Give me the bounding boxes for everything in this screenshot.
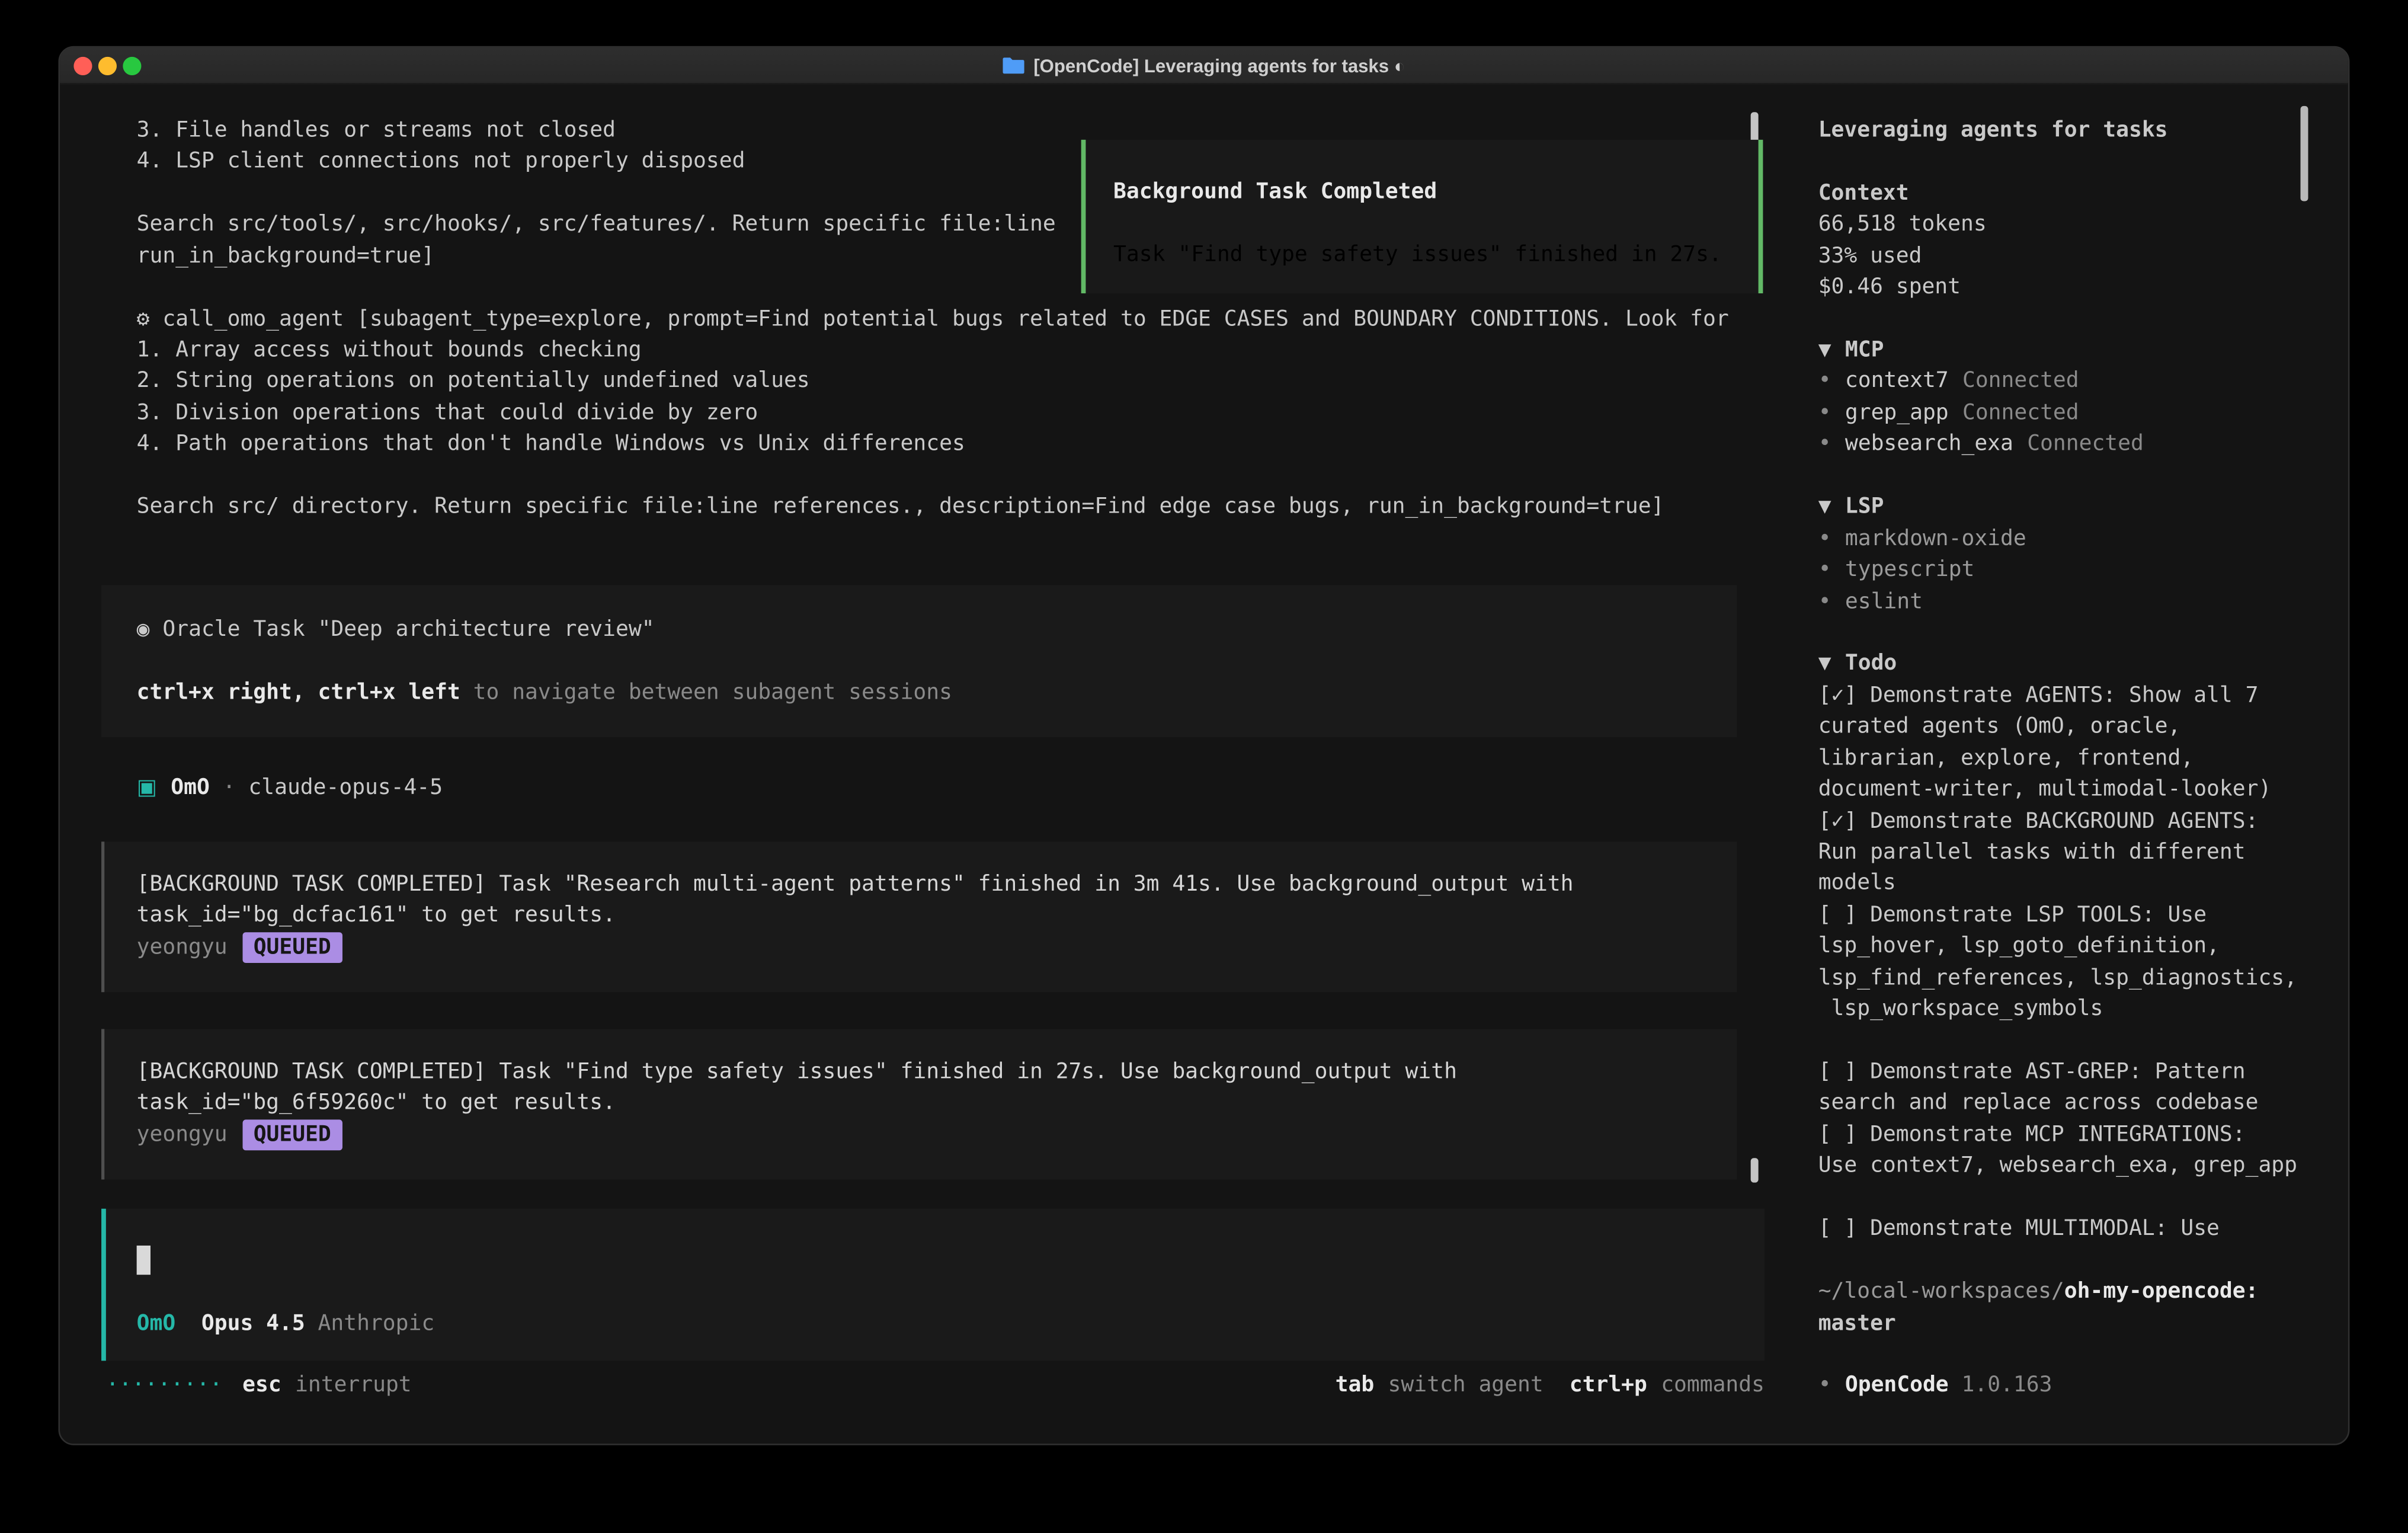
oracle-icon: ◉ bbox=[137, 618, 150, 642]
toast-notification: Background Task Completed Task "Find typ… bbox=[1081, 140, 1763, 293]
text-cursor bbox=[137, 1246, 150, 1275]
bullet-icon: • bbox=[1818, 369, 1831, 393]
message-text: [BACKGROUND TASK COMPLETED] Task "Find t… bbox=[137, 1057, 1737, 1088]
message-block: [BACKGROUND TASK COMPLETED] Task "Find t… bbox=[101, 1029, 1737, 1179]
chevron-down-icon: ▼ bbox=[1818, 495, 1831, 519]
todo-item-pending: [ ] Demonstrate MULTIMODAL: Use bbox=[1818, 1214, 2307, 1245]
lsp-item: •markdown-oxide bbox=[1818, 523, 2307, 555]
window-titlebar[interactable]: [OpenCode] Leveraging agents for tasks ◐ bbox=[60, 47, 2348, 84]
workspace-branch: master bbox=[1818, 1308, 2307, 1339]
message-author: yeongyu bbox=[137, 935, 228, 959]
chevron-down-icon: ▼ bbox=[1818, 652, 1831, 676]
input-agent-name: OmO bbox=[137, 1311, 176, 1336]
gear-icon: ⚙ bbox=[137, 306, 150, 331]
ctrlp-key-hint: ctrl+p bbox=[1570, 1373, 1647, 1397]
message-text: [BACKGROUND TASK COMPLETED] Task "Resear… bbox=[137, 869, 1737, 901]
session-title: Leveraging agents for tasks bbox=[1818, 115, 2307, 146]
todo-section-heading[interactable]: ▼Todo bbox=[1818, 649, 2307, 680]
oracle-task-panel: ◉ Oracle Task "Deep architecture review"… bbox=[101, 586, 1737, 738]
mcp-item: •websearch_exaConnected bbox=[1818, 429, 2307, 460]
status-bar: ········· esc interrupt tabswitch agent … bbox=[106, 1370, 1765, 1401]
opencode-window: [OpenCode] Leveraging agents for tasks ◐… bbox=[58, 46, 2349, 1445]
minimize-button[interactable] bbox=[98, 56, 117, 75]
mcp-item: •context7Connected bbox=[1818, 366, 2307, 398]
context-heading: Context bbox=[1818, 178, 2307, 209]
todo-item-active: [ ] Demonstrate LSP TOOLS: Use lsp_hover… bbox=[1818, 900, 2307, 1025]
workspace-path: ~/local-workspaces/oh-my-opencode: bbox=[1818, 1276, 2307, 1308]
tool-call-item: 2. String operations on potentially unde… bbox=[137, 366, 1795, 398]
bullet-icon: • bbox=[1818, 432, 1831, 456]
prompt-input[interactable]: OmO Opus 4.5 Anthropic bbox=[101, 1209, 1765, 1361]
tool-call-item: 4. Path operations that don't handle Win… bbox=[137, 429, 1795, 460]
message-meta: yeongyu QUEUED bbox=[137, 1119, 1737, 1151]
window-controls bbox=[73, 47, 141, 83]
esc-key-hint: esc bbox=[242, 1370, 281, 1401]
tool-call-closing: Search src/ directory. Return specific f… bbox=[137, 492, 1795, 523]
bullet-icon: • bbox=[1818, 526, 1831, 551]
agent-square-icon: ▣ bbox=[137, 776, 157, 801]
message-author: yeongyu bbox=[137, 1122, 228, 1147]
chat-scrollbar-thumb-lower[interactable] bbox=[1751, 1158, 1759, 1182]
tool-call-line: ⚙ call_omo_agent [subagent_type=explore,… bbox=[137, 303, 1795, 335]
tool-call-item: 3. Division operations that could divide… bbox=[137, 398, 1795, 429]
todo-item-pending: [ ] Demonstrate MCP INTEGRATIONS: Use co… bbox=[1818, 1119, 2307, 1182]
lsp-item: •eslint bbox=[1818, 586, 2307, 617]
bullet-icon: • bbox=[1818, 1374, 1831, 1398]
zoom-button[interactable] bbox=[123, 56, 141, 75]
message-meta: yeongyu QUEUED bbox=[137, 932, 1737, 964]
todo-item-done: [✓] Demonstrate AGENTS: Show all 7 curat… bbox=[1818, 680, 2307, 806]
mcp-item: •grep_appConnected bbox=[1818, 398, 2307, 429]
folder-icon bbox=[1003, 57, 1024, 74]
desktop: [OpenCode] Leveraging agents for tasks ◐… bbox=[0, 0, 2408, 1533]
toast-body: Task "Find type safety issues" finished … bbox=[1113, 239, 1759, 271]
lsp-section-heading[interactable]: ▼LSP bbox=[1818, 492, 2307, 523]
ctrlp-key-label: commands bbox=[1661, 1373, 1765, 1397]
todo-item-done: [✓] Demonstrate BACKGROUND AGENTS: Run p… bbox=[1818, 806, 2307, 900]
context-spent: $0.46 spent bbox=[1818, 272, 2307, 303]
tab-key-hint: tab bbox=[1336, 1373, 1375, 1397]
bullet-icon: • bbox=[1818, 589, 1831, 613]
lsp-item: •typescript bbox=[1818, 555, 2307, 586]
window-title-group: [OpenCode] Leveraging agents for tasks ◐ bbox=[1003, 55, 1405, 76]
spinner-dots: ········· bbox=[106, 1370, 223, 1401]
message-text: task_id="bg_6f59260c" to get results. bbox=[137, 1088, 1737, 1119]
agent-separator: · bbox=[210, 776, 249, 801]
mcp-section-heading[interactable]: ▼MCP bbox=[1818, 335, 2307, 366]
close-button[interactable] bbox=[73, 56, 92, 75]
context-used: 33% used bbox=[1818, 241, 2307, 272]
bullet-icon: • bbox=[1818, 558, 1831, 582]
input-provider: Anthropic bbox=[305, 1311, 434, 1336]
agent-name: OmO bbox=[171, 776, 210, 801]
agent-header: ▣ OmO · claude-opus-4-5 bbox=[137, 773, 1795, 805]
esc-key-label: interrupt bbox=[295, 1370, 412, 1401]
message-text: task_id="bg_dcfac161" to get results. bbox=[137, 901, 1737, 932]
input-model-name: Opus 4.5 bbox=[175, 1311, 305, 1336]
bullet-icon: • bbox=[1818, 401, 1831, 425]
tool-call-text: call_omo_agent [subagent_type=explore, p… bbox=[162, 306, 1728, 331]
app-version: •OpenCode 1.0.163 bbox=[1818, 1371, 2307, 1402]
oracle-task-title: ◉ Oracle Task "Deep architecture review" bbox=[137, 615, 1737, 647]
oracle-nav-hint: ctrl+x right, ctrl+x left to navigate be… bbox=[137, 678, 1737, 709]
tab-key-label: switch agent bbox=[1388, 1373, 1544, 1397]
tool-call-item: 1. Array access without bounds checking bbox=[137, 335, 1795, 366]
status-badge: QUEUED bbox=[243, 1119, 342, 1151]
agent-model: claude-opus-4-5 bbox=[248, 776, 443, 801]
context-tokens: 66,518 tokens bbox=[1818, 209, 2307, 241]
hint-text: to navigate between subagent sessions bbox=[460, 681, 952, 705]
status-badge: QUEUED bbox=[243, 932, 342, 964]
toast-title: Background Task Completed bbox=[1113, 177, 1759, 208]
message-block: [BACKGROUND TASK COMPLETED] Task "Resear… bbox=[101, 841, 1737, 992]
session-sidebar: Leveraging agents for tasks Context 66,5… bbox=[1795, 85, 2350, 1444]
todo-item-pending: [ ] Demonstrate AST-GREP: Pattern search… bbox=[1818, 1057, 2307, 1119]
input-model-line: OmO Opus 4.5 Anthropic bbox=[137, 1308, 435, 1340]
hint-keys: ctrl+x right, ctrl+x left bbox=[137, 681, 460, 705]
chevron-down-icon: ▼ bbox=[1818, 338, 1831, 362]
window-title: [OpenCode] Leveraging agents for tasks ◐ bbox=[1033, 55, 1405, 76]
